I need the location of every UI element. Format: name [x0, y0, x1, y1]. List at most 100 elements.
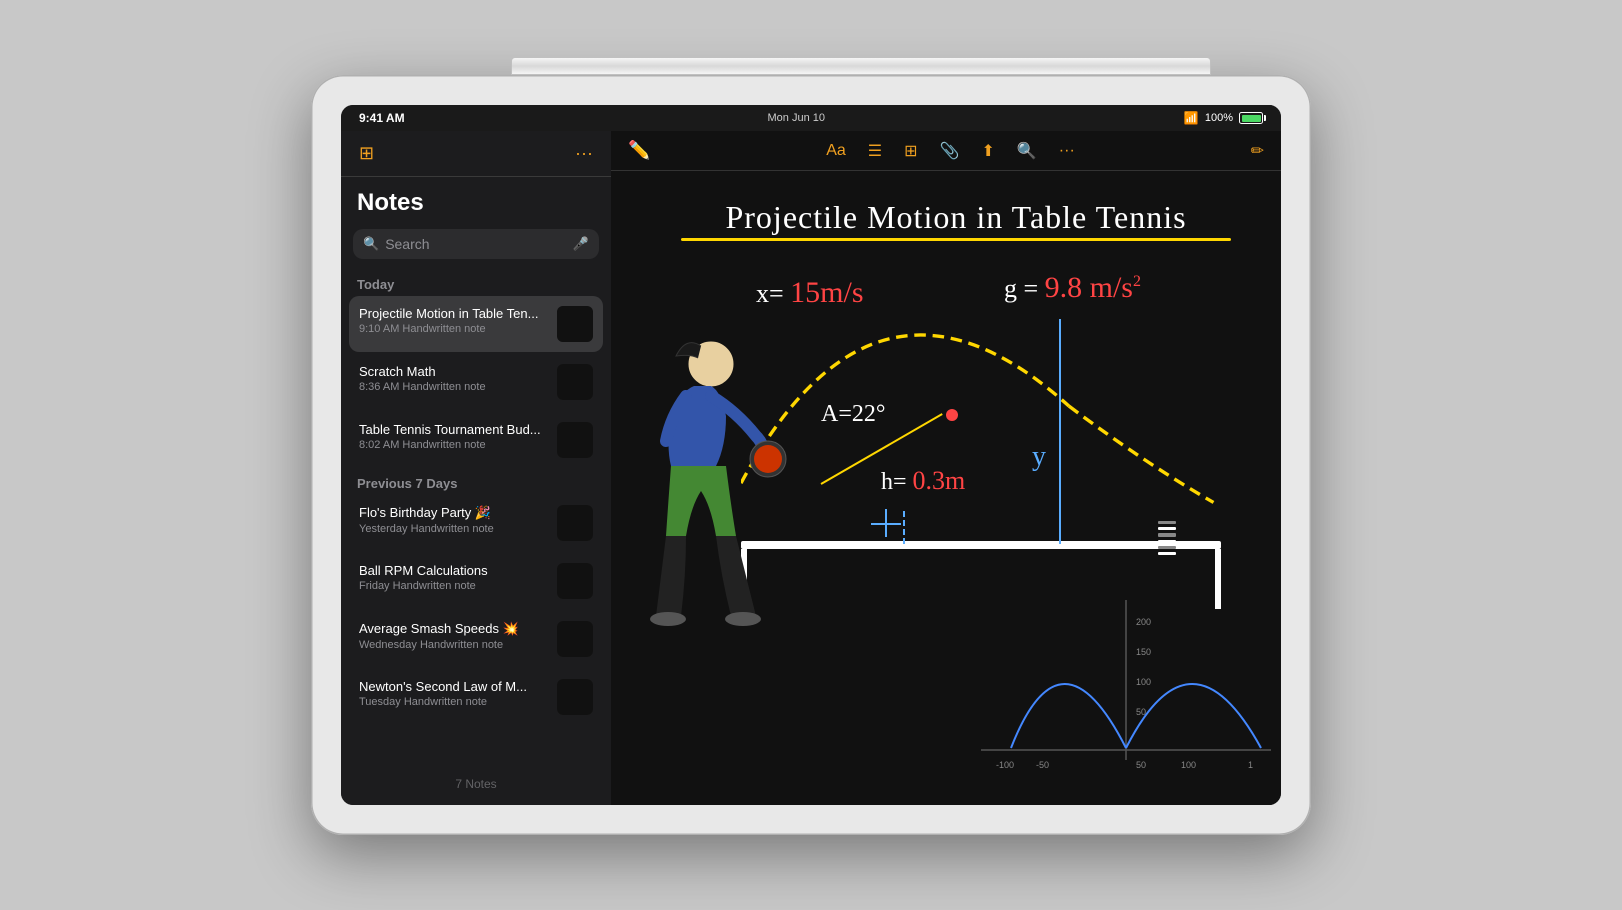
sidebar-more-button[interactable]: ··· [571, 139, 597, 168]
formula-h-height: h= 0.3m [881, 466, 965, 496]
g-value: 9.8 m/s2 [1045, 271, 1141, 304]
svg-text:-100: -100 [996, 760, 1014, 770]
search-bar[interactable]: 🔍 Search 🎤 [353, 229, 599, 259]
mic-icon[interactable]: 🎤 [573, 236, 589, 252]
formula-g-gravity: g = 9.8 m/s2 [1004, 271, 1141, 305]
note-content: Projectile Motion in Table Tennis x= 15m… [611, 171, 1281, 805]
main-content: ⊞ ··· Notes 🔍 Search 🎤 Today [341, 131, 1281, 805]
battery-icon [1239, 112, 1263, 124]
net-stripe-6 [1158, 552, 1176, 555]
h-line-vertical [903, 511, 905, 544]
search-note-button[interactable]: 🔍 [1014, 138, 1040, 164]
note-canvas: ✏️ Aa ☰ ⊞ 📎 ⬆ 🔍 ··· ✏ [611, 131, 1281, 805]
note-text-area: Table Tennis Tournament Bud... 8:02 AM H… [359, 422, 549, 451]
status-right: 📶 100% [1184, 111, 1263, 125]
note-text-area: Projectile Motion in Table Ten... 9:10 A… [359, 306, 549, 335]
table-surface [741, 541, 1221, 549]
formula-angle: A=22° [821, 401, 885, 428]
note-item-scratch-math[interactable]: Scratch Math 8:36 AM Handwritten note [349, 354, 603, 410]
battery-bar [1239, 112, 1263, 124]
checklist-button[interactable]: ☰ [865, 138, 885, 164]
blue-vline-y [1059, 319, 1061, 544]
section-today: Today [349, 273, 603, 296]
formula-y: y [1032, 441, 1046, 473]
svg-text:-50: -50 [1036, 760, 1049, 770]
notes-count: 7 Notes [341, 767, 611, 805]
note-title: Average Smash Speeds 💥 [359, 621, 549, 637]
note-title: Newton's Second Law of M... [359, 679, 549, 694]
note-item-ball-rpm[interactable]: Ball RPM Calculations Friday Handwritten… [349, 553, 603, 609]
net-stripe-5 [1158, 546, 1176, 549]
text-format-button[interactable]: Aa [823, 139, 849, 163]
wifi-icon: 📶 [1184, 111, 1199, 125]
svg-text:1: 1 [1248, 760, 1253, 770]
hw-title-underline [681, 238, 1231, 241]
note-meta: Tuesday Handwritten note [359, 696, 549, 708]
note-meta: Friday Handwritten note [359, 580, 549, 592]
note-thumbnail [557, 679, 593, 715]
net-stripe-1 [1158, 521, 1176, 524]
ball-position-dot [946, 409, 958, 421]
note-thumbnail [557, 563, 593, 599]
thumb-content [557, 422, 593, 458]
hw-title-container: Projectile Motion in Table Tennis [681, 199, 1231, 241]
battery-fill [1242, 115, 1261, 122]
apple-pencil [511, 57, 1211, 75]
note-meta: Wednesday Handwritten note [359, 639, 549, 651]
thumb-content [557, 679, 593, 715]
note-item-projectile[interactable]: Projectile Motion in Table Ten... 9:10 A… [349, 296, 603, 352]
status-date: Mon Jun 10 [768, 112, 825, 124]
graph-area: 200 150 100 50 -100 -50 50 100 1 [981, 600, 1271, 795]
thumb-content [557, 563, 593, 599]
h-value: 0.3m [913, 466, 966, 495]
note-item-birthday[interactable]: Flo's Birthday Party 🎉 Yesterday Handwri… [349, 495, 603, 551]
status-time: 9:41 AM [359, 111, 405, 125]
battery-pct: 100% [1205, 112, 1233, 124]
hw-title-text: Projectile Motion in Table Tennis [681, 199, 1231, 236]
note-title: Ball RPM Calculations [359, 563, 549, 578]
note-title: Table Tennis Tournament Bud... [359, 422, 549, 437]
net-post [1158, 521, 1176, 555]
svg-text:200: 200 [1136, 617, 1151, 627]
sidebar: ⊞ ··· Notes 🔍 Search 🎤 Today [341, 131, 611, 805]
note-title: Projectile Motion in Table Ten... [359, 306, 549, 321]
toolbar-left: ✏️ [625, 137, 653, 164]
note-text-area: Newton's Second Law of M... Tuesday Hand… [359, 679, 549, 708]
svg-text:150: 150 [1136, 647, 1151, 657]
sidebar-panel-toggle[interactable]: ⊞ [355, 139, 378, 168]
note-title: Scratch Math [359, 364, 549, 379]
svg-text:100: 100 [1181, 760, 1196, 770]
net-stripe-3 [1158, 533, 1176, 536]
sidebar-toolbar: ⊞ ··· [341, 131, 611, 177]
notes-header: Notes [341, 177, 611, 223]
note-item-smash-speeds[interactable]: Average Smash Speeds 💥 Wednesday Handwri… [349, 611, 603, 667]
crosshair-v [885, 509, 887, 537]
share-button[interactable]: ⬆ [978, 138, 997, 164]
svg-text:100: 100 [1136, 677, 1151, 687]
x-value: 15m/s [790, 276, 863, 309]
note-meta: 9:10 AM Handwritten note [359, 323, 549, 335]
net-stripe-2 [1158, 527, 1176, 530]
new-note-button[interactable]: ✏ [1248, 138, 1267, 164]
ipad-frame: 9:41 AM Mon Jun 10 📶 100% ⊞ ··· [311, 75, 1311, 835]
table-button[interactable]: ⊞ [901, 138, 920, 164]
svg-text:50: 50 [1136, 760, 1146, 770]
attachment-button[interactable]: 📎 [937, 138, 963, 164]
notes-list[interactable]: Today Projectile Motion in Table Ten... … [341, 269, 611, 767]
thumb-content [557, 505, 593, 541]
note-item-newton[interactable]: Newton's Second Law of M... Tuesday Hand… [349, 669, 603, 725]
note-thumbnail [557, 505, 593, 541]
thumb-content [557, 364, 593, 400]
note-thumbnail [557, 306, 593, 342]
note-text-area: Average Smash Speeds 💥 Wednesday Handwri… [359, 621, 549, 651]
pencil-tool-button[interactable]: ✏️ [625, 137, 653, 164]
thumb-content [557, 306, 593, 342]
net-stripe-4 [1158, 540, 1176, 543]
more-options-button[interactable]: ··· [1056, 139, 1078, 163]
ipad-screen: 9:41 AM Mon Jun 10 📶 100% ⊞ ··· [341, 105, 1281, 805]
note-text-area: Scratch Math 8:36 AM Handwritten note [359, 364, 549, 393]
notes-title: Notes [357, 189, 424, 216]
toolbar-center: Aa ☰ ⊞ 📎 ⬆ 🔍 ··· [823, 138, 1078, 164]
note-item-tournament[interactable]: Table Tennis Tournament Bud... 8:02 AM H… [349, 412, 603, 468]
status-bar: 9:41 AM Mon Jun 10 📶 100% [341, 105, 1281, 131]
